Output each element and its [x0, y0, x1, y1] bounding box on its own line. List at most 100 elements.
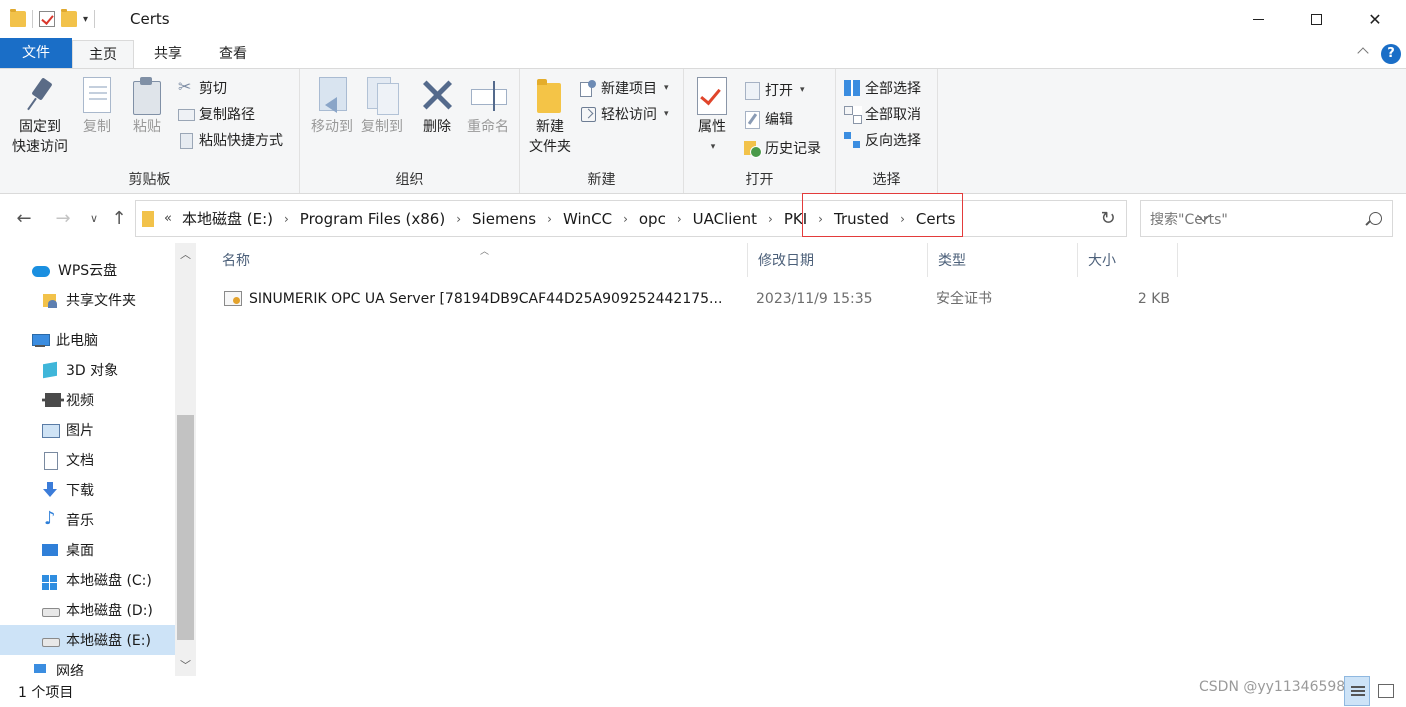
nav-item-network[interactable]: 网络 [0, 661, 175, 676]
cut-button[interactable]: 剪切 [178, 77, 227, 99]
breadcrumb-overflow-icon[interactable]: « [164, 211, 172, 226]
tab-view[interactable]: 查看 [204, 40, 262, 68]
nav-item-drive-d[interactable]: 本地磁盘 (D:) [0, 595, 175, 625]
breadcrumb-item-opc[interactable]: opc [639, 210, 666, 228]
select-none-icon [844, 106, 862, 124]
nav-item-drive-e[interactable]: 本地磁盘 (E:) [0, 625, 175, 655]
breadcrumb-chevron-icon[interactable]: › [623, 212, 628, 226]
large-icons-view-icon[interactable] [1372, 676, 1398, 706]
breadcrumb-item-program-files[interactable]: Program Files (x86) [300, 210, 445, 228]
forward-arrow-icon[interactable]: → [51, 207, 75, 231]
rename-icon [471, 77, 507, 113]
cube-icon [42, 362, 58, 378]
status-bar: 1 个项目 CSDN @yy1134659804 [0, 676, 1406, 707]
back-arrow-icon[interactable]: ← [12, 207, 36, 231]
nav-item-this-pc[interactable]: 此电脑 [0, 325, 175, 355]
nav-item-videos[interactable]: 视频 [0, 385, 175, 415]
breadcrumb-item-siemens[interactable]: Siemens [472, 210, 536, 228]
new-folder-qat-icon[interactable] [61, 9, 77, 27]
minimize-ribbon-chevron-up-icon[interactable] [1356, 45, 1370, 59]
nav-item-drive-c[interactable]: 本地磁盘 (C:) [0, 565, 175, 595]
edit-button[interactable]: 编辑 [744, 108, 793, 130]
breadcrumb-item-drive-e[interactable]: 本地磁盘 (E:) [182, 208, 273, 229]
properties-button[interactable]: 属性 ▾ [692, 77, 732, 157]
breadcrumb: « 本地磁盘 (E:) › Program Files (x86) › Siem… [164, 201, 955, 236]
breadcrumb-item-wincc[interactable]: WinCC [563, 210, 612, 228]
move-to-button[interactable]: 移动到 [306, 77, 358, 137]
copy-button[interactable]: 复制 [78, 77, 116, 137]
customize-qat-chevron-icon[interactable]: ▾ [83, 14, 88, 25]
breadcrumb-item-certs[interactable]: Certs [916, 210, 956, 228]
nav-item-downloads[interactable]: 下载 [0, 475, 175, 505]
nav-pane-scrollbar[interactable]: ︿ ﹀ [175, 243, 196, 676]
select-none-button[interactable]: 全部取消 [844, 103, 921, 125]
help-icon[interactable]: ? [1381, 44, 1401, 64]
delete-button[interactable]: 删除 [418, 77, 456, 137]
details-view-icon[interactable] [1344, 676, 1370, 706]
breadcrumb-chevron-icon[interactable]: › [456, 212, 461, 226]
paste-shortcut-button[interactable]: 粘贴快捷方式 [178, 129, 283, 151]
tab-file[interactable]: 文件 [0, 38, 72, 68]
column-header-modified[interactable]: 修改日期 [748, 243, 928, 277]
paste-button[interactable]: 粘贴 [128, 77, 166, 137]
breadcrumb-chevron-icon[interactable]: › [284, 212, 289, 226]
easy-access-button[interactable]: 轻松访问 ▾ [580, 103, 669, 125]
invert-selection-icon [844, 132, 860, 148]
scroll-up-chevron-icon[interactable]: ︿ [175, 245, 196, 265]
breadcrumb-chevron-icon[interactable]: › [547, 212, 552, 226]
breadcrumb-chevron-icon[interactable]: › [818, 212, 823, 226]
scrollbar-thumb[interactable] [177, 415, 194, 640]
nav-item-pictures[interactable]: 图片 [0, 415, 175, 445]
column-header-label: 类型 [938, 253, 966, 269]
copy-path-button[interactable]: 复制路径 [178, 103, 255, 125]
file-modified: 2023/11/9 15:35 [756, 291, 873, 307]
file-size: 2 KB [1137, 291, 1170, 307]
close-button[interactable]: ✕ [1346, 0, 1404, 38]
search-icon[interactable] [1369, 212, 1382, 225]
recent-locations-chevron-icon[interactable]: ∨ [82, 207, 106, 231]
up-arrow-icon[interactable]: ↑ [107, 207, 131, 231]
nav-item-label: 本地磁盘 (D:) [66, 603, 153, 619]
properties-qat-icon[interactable] [39, 11, 55, 27]
refresh-icon[interactable]: ↻ [1090, 200, 1127, 237]
history-button[interactable]: 历史记录 [744, 137, 821, 159]
nav-item-label: 下载 [66, 483, 94, 499]
table-row[interactable]: SINUMERIK OPC UA Server [78194DB9CAF44D2… [212, 285, 1182, 313]
network-icon [32, 661, 48, 676]
breadcrumb-chevron-icon[interactable]: › [768, 212, 773, 226]
new-item-icon [580, 80, 596, 97]
nav-item-documents[interactable]: 文档 [0, 445, 175, 475]
nav-item-3d-objects[interactable]: 3D 对象 [0, 355, 175, 385]
nav-item-label: 3D 对象 [66, 363, 119, 379]
search-input[interactable]: 搜索"Certs" [1140, 200, 1393, 237]
breadcrumb-chevron-icon[interactable]: › [900, 212, 905, 226]
new-folder-button[interactable]: 新建 文件夹 [526, 77, 574, 157]
invert-selection-button[interactable]: 反向选择 [844, 129, 921, 151]
breadcrumb-chevron-icon[interactable]: › [677, 212, 682, 226]
breadcrumb-item-trusted[interactable]: Trusted [834, 210, 889, 228]
copy-to-button[interactable]: 复制到 [356, 77, 408, 137]
rename-button[interactable]: 重命名 [464, 77, 512, 137]
tab-share[interactable]: 共享 [140, 40, 196, 68]
open-button[interactable]: 打开 ▾ [744, 79, 805, 101]
breadcrumb-item-pki[interactable]: PKI [784, 210, 807, 228]
column-header-size[interactable]: 大小 [1078, 243, 1178, 277]
nav-item-label: 共享文件夹 [66, 293, 136, 309]
column-header-type[interactable]: 类型 [928, 243, 1078, 277]
pin-to-quick-access-button[interactable]: 固定到 快速访问 [8, 77, 72, 157]
minimize-button[interactable] [1229, 0, 1287, 38]
maximize-button[interactable] [1287, 0, 1345, 38]
nav-item-desktop[interactable]: 桌面 [0, 535, 175, 565]
scroll-down-chevron-icon[interactable]: ﹀ [175, 656, 196, 676]
nav-item-wps-cloud[interactable]: WPS云盘 [0, 255, 175, 285]
windows-drive-icon [42, 572, 58, 588]
nav-item-shared-folder[interactable]: 共享文件夹 [0, 285, 175, 315]
select-all-button[interactable]: 全部选择 [844, 77, 921, 99]
history-label: 历史记录 [765, 141, 821, 157]
breadcrumb-item-uaclient[interactable]: UAClient [693, 210, 757, 228]
address-bar[interactable]: « 本地磁盘 (E:) › Program Files (x86) › Siem… [135, 200, 1127, 237]
tab-home[interactable]: 主页 [72, 40, 134, 68]
clipboard-group-label: 剪贴板 [128, 172, 171, 188]
nav-item-music[interactable]: 音乐 [0, 505, 175, 535]
new-item-button[interactable]: 新建项目 ▾ [580, 77, 669, 99]
